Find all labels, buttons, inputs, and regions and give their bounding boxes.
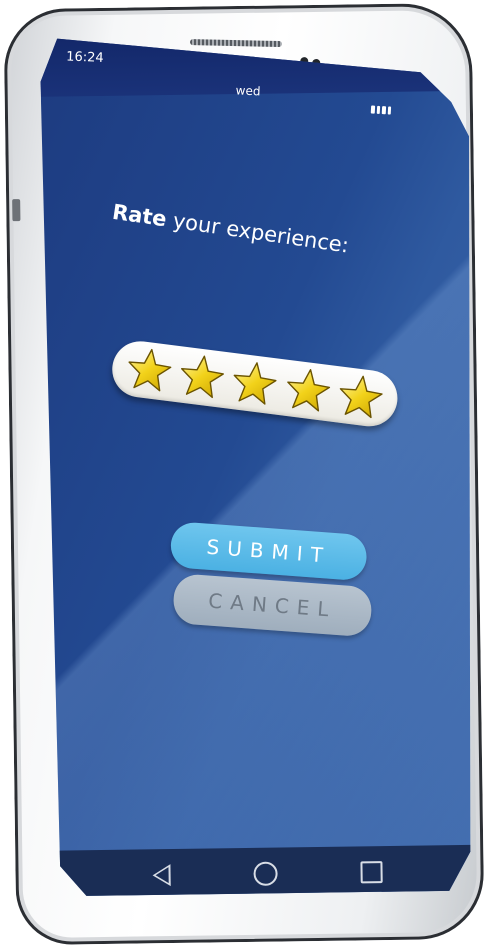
- back-triangle-icon[interactable]: [153, 864, 171, 886]
- scene: 16:24 wed Rate your experience: SUBMIT C…: [0, 0, 494, 947]
- submit-button[interactable]: SUBMIT: [169, 521, 368, 581]
- rating-heading-bold: Rate: [110, 199, 169, 232]
- rating-heading: Rate your experience:: [111, 200, 351, 258]
- star-icon-5[interactable]: [335, 371, 386, 422]
- star-icon-3[interactable]: [229, 358, 280, 409]
- navigation-bar: [51, 845, 484, 901]
- star-icon-1[interactable]: [123, 345, 174, 396]
- battery-icon: [371, 106, 391, 115]
- phone-device: 16:24 wed Rate your experience: SUBMIT C…: [3, 2, 485, 946]
- cancel-button[interactable]: CANCEL: [172, 573, 373, 637]
- side-button: [12, 199, 21, 222]
- star-rating-control[interactable]: [109, 338, 401, 430]
- home-circle-icon[interactable]: [253, 862, 277, 886]
- screen-sheen: [40, 33, 484, 901]
- star-icon-2[interactable]: [176, 351, 227, 402]
- rating-heading-rest: your experience:: [164, 207, 351, 258]
- star-icon-4[interactable]: [282, 365, 333, 416]
- status-day: wed: [235, 83, 261, 99]
- screen: 16:24 wed Rate your experience: SUBMIT C…: [40, 33, 484, 901]
- recents-square-icon[interactable]: [360, 861, 382, 883]
- status-time: 16:24: [65, 49, 104, 66]
- earpiece-speaker: [189, 39, 283, 48]
